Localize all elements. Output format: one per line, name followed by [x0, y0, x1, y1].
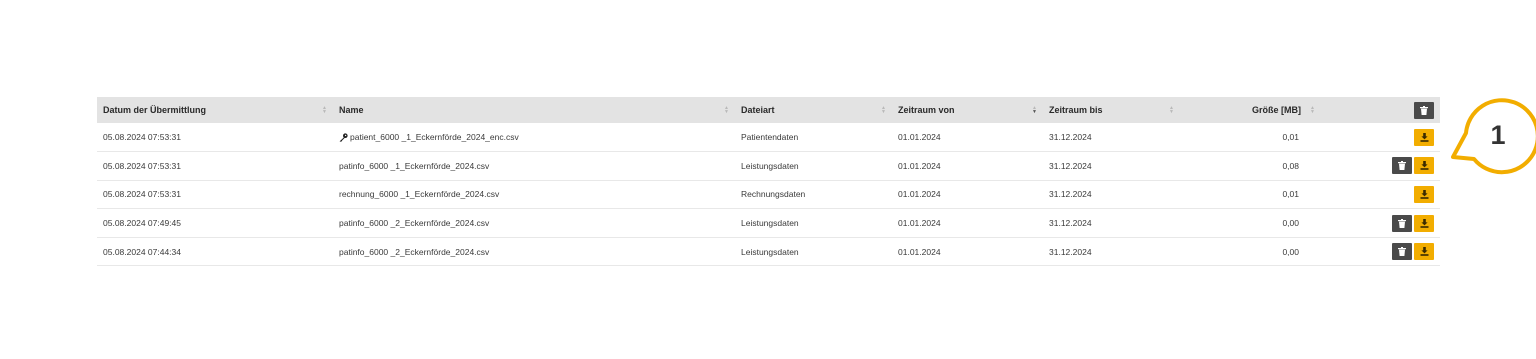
cell-zeitraum-bis: 31.12.2024	[1049, 218, 1092, 229]
cell-groesse: 0,00	[1282, 218, 1299, 229]
cell-actions	[1321, 123, 1440, 152]
download-icon	[1420, 218, 1428, 228]
cell-groesse: 0,08	[1282, 160, 1299, 171]
cell-zeitraum-bis: 31.12.2024	[1049, 246, 1092, 257]
cell-groesse: 0,01	[1282, 189, 1299, 200]
cell-name: patinfo_6000 _2_Eckernförde_2024.csv	[333, 209, 735, 238]
table-row: 05.08.2024 07:53:31 patient_6000 _1_Ecker…	[97, 123, 1440, 152]
file-name: patient_6000 _1_Eckernförde_2024_enc.csv	[350, 132, 519, 143]
cell-zeitraum-von: 01.01.2024	[898, 132, 941, 143]
cell-datum: 05.08.2024 07:49:45	[103, 218, 181, 229]
cell-datum: 05.08.2024 07:53:31	[103, 160, 181, 171]
cell-zeitraum-bis: 31.12.2024	[1049, 189, 1092, 200]
column-header-zeitraum-von[interactable]: Zeitraum von ▲ ▼	[892, 97, 1043, 123]
download-button[interactable]	[1414, 185, 1434, 203]
cell-datum: 05.08.2024 07:53:31	[103, 132, 181, 143]
column-header-zeitraum-bis[interactable]: Zeitraum bis ▲ ▼	[1043, 97, 1180, 123]
trash-icon	[1398, 218, 1406, 228]
column-header-groesse[interactable]: Größe [MB] ▲ ▼	[1180, 97, 1321, 123]
trash-icon	[1398, 247, 1406, 257]
cell-zeitraum-von: 01.01.2024	[898, 160, 941, 171]
column-header-actions	[1321, 97, 1440, 123]
delete-button[interactable]	[1392, 243, 1412, 261]
uploads-table-container: Datum der Übermittlung ▲ ▼ Name ▲ ▼ Dateiart…	[97, 97, 1440, 266]
table-header-row: Datum der Übermittlung ▲ ▼ Name ▲ ▼ Dateiart…	[97, 97, 1440, 123]
column-header-dateiart[interactable]: Dateiart ▲ ▼	[735, 97, 892, 123]
cell-dateiart: Rechnungsdaten	[741, 189, 806, 200]
download-button[interactable]	[1414, 214, 1434, 232]
callout-number: 1	[1490, 120, 1506, 150]
file-name: patinfo_6000 _1_Eckernförde_2024.csv	[339, 160, 490, 171]
download-icon	[1420, 189, 1428, 199]
cell-actions	[1321, 152, 1440, 181]
file-name: patinfo_6000 _2_Eckernförde_2024.csv	[339, 246, 490, 257]
table-row: 05.08.2024 07:49:45 patinfo_6000 _2_Ecker…	[97, 209, 1440, 238]
sort-icon[interactable]: ▲ ▼	[1310, 106, 1315, 115]
cell-zeitraum-von: 01.01.2024	[898, 189, 941, 200]
cell-zeitraum-bis: 31.12.2024	[1049, 132, 1092, 143]
file-name: patinfo_6000 _2_Eckernförde_2024.csv	[339, 218, 490, 229]
cell-dateiart: Patientendaten	[741, 132, 799, 143]
trash-icon	[1420, 105, 1428, 115]
cell-actions	[1321, 237, 1440, 266]
cell-actions	[1321, 180, 1440, 209]
cell-dateiart: Leistungsdaten	[741, 246, 799, 257]
file-name: rechnung_6000 _1_Eckernförde_2024.csv	[339, 189, 500, 200]
key-icon	[339, 133, 348, 142]
table-row: 05.08.2024 07:53:31 patinfo_6000 _1_Ecker…	[97, 152, 1440, 181]
cell-zeitraum-bis: 31.12.2024	[1049, 160, 1092, 171]
sort-icon[interactable]: ▲ ▼	[322, 106, 327, 115]
download-icon	[1420, 247, 1428, 256]
cell-name: patinfo_6000 _2_Eckernförde_2024.csv	[333, 237, 735, 266]
cell-datum: 05.08.2024 07:53:31	[103, 189, 181, 200]
column-header-name[interactable]: Name ▲ ▼	[333, 97, 735, 123]
trash-icon	[1398, 161, 1406, 171]
table-row: 05.08.2024 07:53:31 rechnung_6000 _1_Ecke…	[97, 180, 1440, 209]
sort-icon[interactable]: ▲ ▼	[1169, 106, 1174, 115]
cell-datum: 05.08.2024 07:44:34	[103, 246, 181, 257]
cell-name: rechnung_6000 _1_Eckernförde_2024.csv	[333, 180, 735, 209]
column-header-datum[interactable]: Datum der Übermittlung ▲ ▼	[97, 97, 333, 123]
cell-zeitraum-von: 01.01.2024	[898, 246, 941, 257]
download-button[interactable]	[1414, 243, 1434, 261]
cell-dateiart: Leistungsdaten	[741, 160, 799, 171]
cell-actions	[1321, 209, 1440, 238]
cell-groesse: 0,00	[1282, 246, 1299, 257]
delete-button[interactable]	[1392, 214, 1412, 232]
cell-groesse: 0,01	[1282, 132, 1299, 143]
sort-icon[interactable]: ▲ ▼	[881, 106, 886, 115]
download-icon	[1420, 161, 1428, 171]
cell-zeitraum-von: 01.01.2024	[898, 218, 941, 229]
table-row: 05.08.2024 07:44:34 patinfo_6000 _2_Ecker…	[97, 237, 1440, 266]
cell-name: patinfo_6000 _1_Eckernförde_2024.csv	[333, 152, 735, 181]
delete-button[interactable]	[1392, 157, 1412, 175]
download-icon	[1420, 132, 1428, 142]
cell-dateiart: Leistungsdaten	[741, 218, 799, 229]
uploads-table: Datum der Übermittlung ▲ ▼ Name ▲ ▼ Dateiart…	[97, 97, 1440, 266]
sort-icon[interactable]: ▲ ▼	[724, 106, 729, 115]
sort-desc-icon[interactable]: ▲ ▼	[1032, 106, 1037, 115]
cell-name: patient_6000 _1_Eckernförde_2024_enc.csv	[333, 123, 735, 152]
